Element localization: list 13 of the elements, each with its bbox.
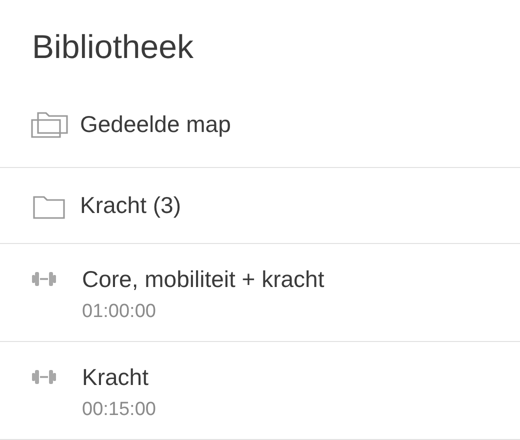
page-title: Bibliotheek — [31, 27, 194, 67]
item-label: Kracht — [82, 364, 150, 391]
item-duration: 00:15:00 — [82, 399, 156, 421]
library-item[interactable]: Gedeelde map — [0, 82, 520, 168]
item-duration: 01:00:00 — [82, 301, 157, 323]
library-item[interactable]: Kracht (3) — [0, 168, 520, 244]
library-item[interactable]: Core, mobiliteit + kracht 01:00:00 — [0, 244, 520, 342]
item-label: Core, mobiliteit + kracht — [82, 266, 324, 293]
item-label: Gedeelde map — [80, 111, 231, 138]
dumbbell-icon — [32, 271, 56, 287]
dumbbell-icon — [32, 369, 56, 385]
library-item[interactable]: Kracht 00:15:00 — [0, 342, 520, 440]
item-label: Kracht (3) — [80, 192, 181, 219]
